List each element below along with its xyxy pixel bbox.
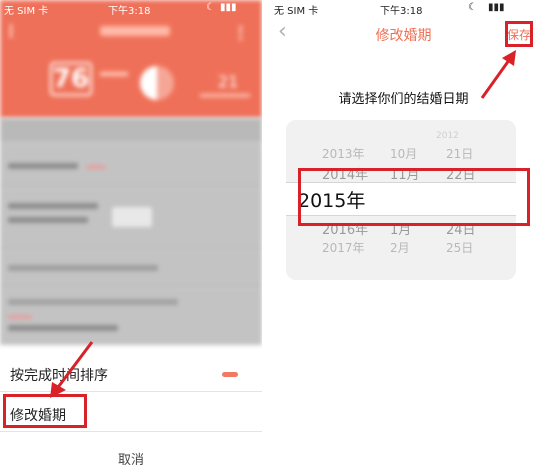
carrier-label: 无 SIM 卡: [274, 6, 319, 17]
picker-year: 2013年: [322, 147, 365, 161]
picker-faint-value: 2012: [436, 131, 459, 141]
right-screen: 无 SIM 卡 下午3:18 ☾ ▮▮▮ ‹ 修改婚期 保存 请选择你们的结婚日…: [272, 0, 535, 465]
more-icon: [239, 26, 243, 40]
picker-day: 21日: [446, 147, 474, 161]
list-item: [0, 142, 262, 186]
days-stat: 21: [218, 72, 239, 91]
panel-divider: [262, 0, 272, 465]
cancel-label: 取消: [117, 453, 144, 465]
moon-icon: ☾: [468, 2, 477, 13]
arrow-annotation-edit: [50, 341, 94, 398]
picker-day: 25日: [446, 241, 474, 255]
battery-icon: ▮▮▮: [220, 2, 237, 13]
score-underline: [100, 72, 128, 76]
list-item: [0, 188, 262, 248]
header-title: [100, 26, 170, 36]
picker-month: 10月: [390, 147, 418, 161]
clock-label: 下午3:18: [380, 6, 423, 17]
carrier-label: 无 SIM 卡: [4, 6, 49, 17]
arrow-annotation-save: [480, 50, 516, 99]
picker-year: 2017年: [322, 241, 365, 255]
progress-pie: [140, 66, 174, 100]
status-bar-right: 无 SIM 卡 下午3:18 ☾ ▮▮▮: [272, 0, 535, 17]
picker-month: 2月: [390, 241, 410, 255]
blurred-task-list: [0, 118, 262, 345]
selected-indicator: [222, 372, 238, 377]
highlight-box-save: [505, 21, 533, 47]
highlight-box-picker: [298, 168, 530, 226]
days-underline: [200, 94, 250, 97]
cancel-option[interactable]: 取消: [0, 438, 262, 465]
score-badge: 76: [50, 62, 92, 96]
moon-icon: ☾: [206, 2, 215, 13]
page-title: 修改婚期: [375, 28, 432, 44]
back-icon: [10, 24, 20, 38]
clock-label: 下午3:18: [108, 6, 151, 17]
blurred-header: 76 21: [0, 0, 262, 118]
status-bar-left: 无 SIM 卡 下午3:18 ☾ ▮▮▮: [0, 0, 262, 17]
battery-icon: ▮▮▮: [488, 2, 505, 13]
list-item: [0, 250, 262, 286]
